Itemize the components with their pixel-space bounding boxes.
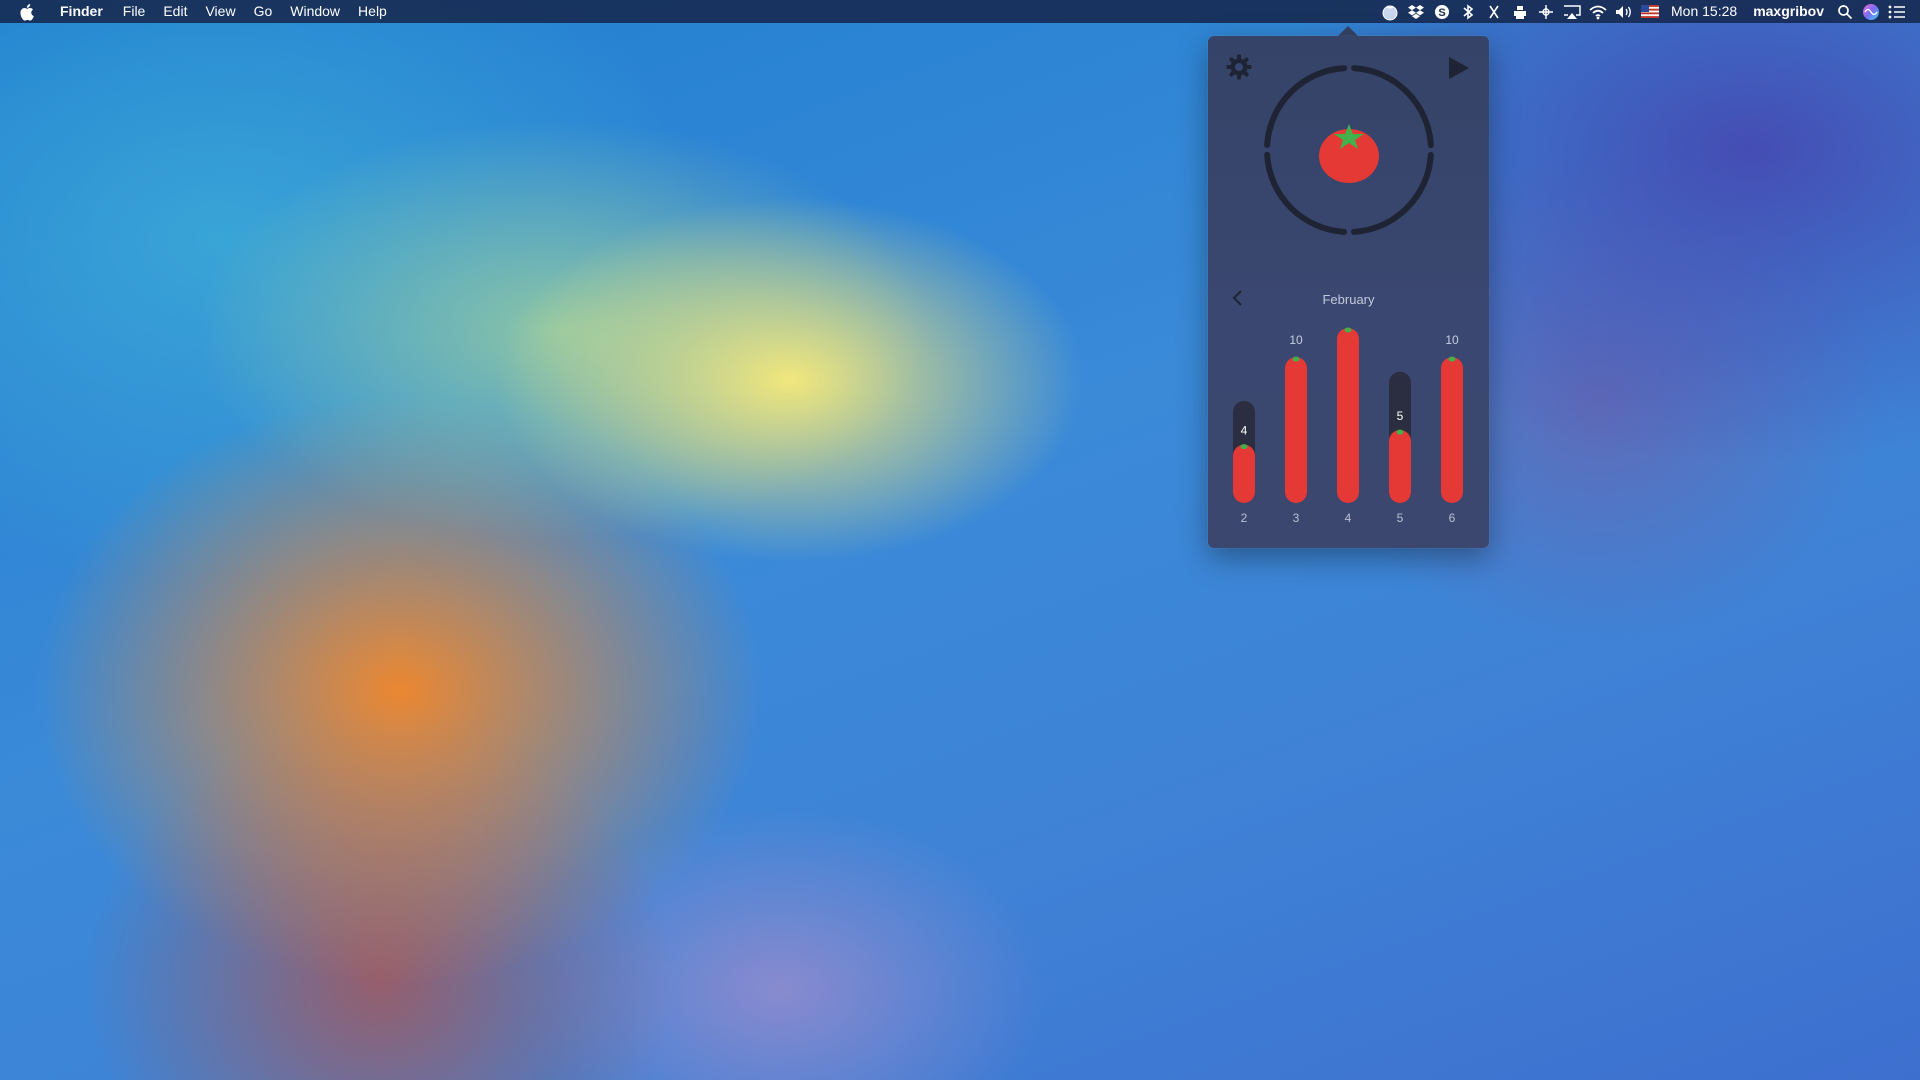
skype-icon[interactable]: S <box>1429 0 1455 23</box>
menu-help[interactable]: Help <box>349 0 396 23</box>
wifi-icon[interactable] <box>1585 0 1611 23</box>
bar-cap-5 <box>1396 429 1404 435</box>
month-label: February <box>1322 292 1375 307</box>
menu-view[interactable]: View <box>196 0 244 23</box>
menubar-user[interactable]: maxgribov <box>1745 0 1832 23</box>
volume-icon[interactable] <box>1611 0 1637 23</box>
bar-day-label-6: 6 <box>1449 511 1456 525</box>
bar-cap-4 <box>1344 327 1352 333</box>
bar-value-label-2: 4 <box>1241 424 1248 438</box>
bar-value-label-3: 10 <box>1289 333 1303 347</box>
menu-bar: Finder File Edit View Go Window Help S M… <box>0 0 1920 23</box>
printer-icon[interactable] <box>1507 0 1533 23</box>
bluetooth-icon[interactable] <box>1455 0 1481 23</box>
dropbox-icon[interactable] <box>1403 0 1429 23</box>
tomato-start-button[interactable] <box>1314 116 1384 186</box>
bar-cap-2 <box>1240 444 1248 450</box>
airplay-icon[interactable] <box>1559 0 1585 23</box>
pomodoro-tomato-icon[interactable] <box>1377 0 1403 23</box>
wifi-radar-icon[interactable] <box>1533 0 1559 23</box>
play-icon[interactable] <box>1445 54 1473 82</box>
tomato-icon <box>1319 124 1379 183</box>
menu-app-name[interactable]: Finder <box>51 0 114 23</box>
menu-edit[interactable]: Edit <box>154 0 196 23</box>
bar-cap-6 <box>1448 356 1456 362</box>
text-cursor-icon[interactable] <box>1481 0 1507 23</box>
bar-day-label-5: 5 <box>1397 511 1404 525</box>
pomodoro-popover: February 4210312455106 <box>1208 36 1489 548</box>
menubar-clock[interactable]: Mon 15:28 <box>1663 0 1745 23</box>
svg-text:S: S <box>1438 7 1445 19</box>
bar-2 <box>1233 444 1255 503</box>
us-flag-icon[interactable] <box>1637 0 1663 23</box>
bar-3 <box>1285 357 1307 503</box>
bar-4 <box>1337 328 1359 503</box>
bar-5 <box>1389 430 1411 503</box>
notification-center-icon[interactable] <box>1884 0 1910 23</box>
apple-menu-icon[interactable] <box>17 1 39 23</box>
menu-go[interactable]: Go <box>245 0 282 23</box>
bar-6 <box>1441 357 1463 503</box>
menu-file[interactable]: File <box>114 0 155 23</box>
bar-value-label-6: 10 <box>1445 333 1459 347</box>
settings-gear-icon[interactable] <box>1224 52 1254 82</box>
bar-day-label-2: 2 <box>1241 511 1248 525</box>
menu-window[interactable]: Window <box>281 0 349 23</box>
popover-arrow <box>1338 26 1358 36</box>
month-navigation: February <box>1208 284 1489 314</box>
search-icon[interactable] <box>1832 0 1858 23</box>
bar-day-label-3: 3 <box>1293 511 1300 525</box>
bar-value-label-5: 5 <box>1397 409 1404 423</box>
daily-pomodoro-chart: 4210312455106 <box>1208 326 1489 526</box>
bar-day-label-4: 4 <box>1345 511 1352 525</box>
bar-cap-3 <box>1292 356 1300 362</box>
siri-icon[interactable] <box>1858 0 1884 23</box>
